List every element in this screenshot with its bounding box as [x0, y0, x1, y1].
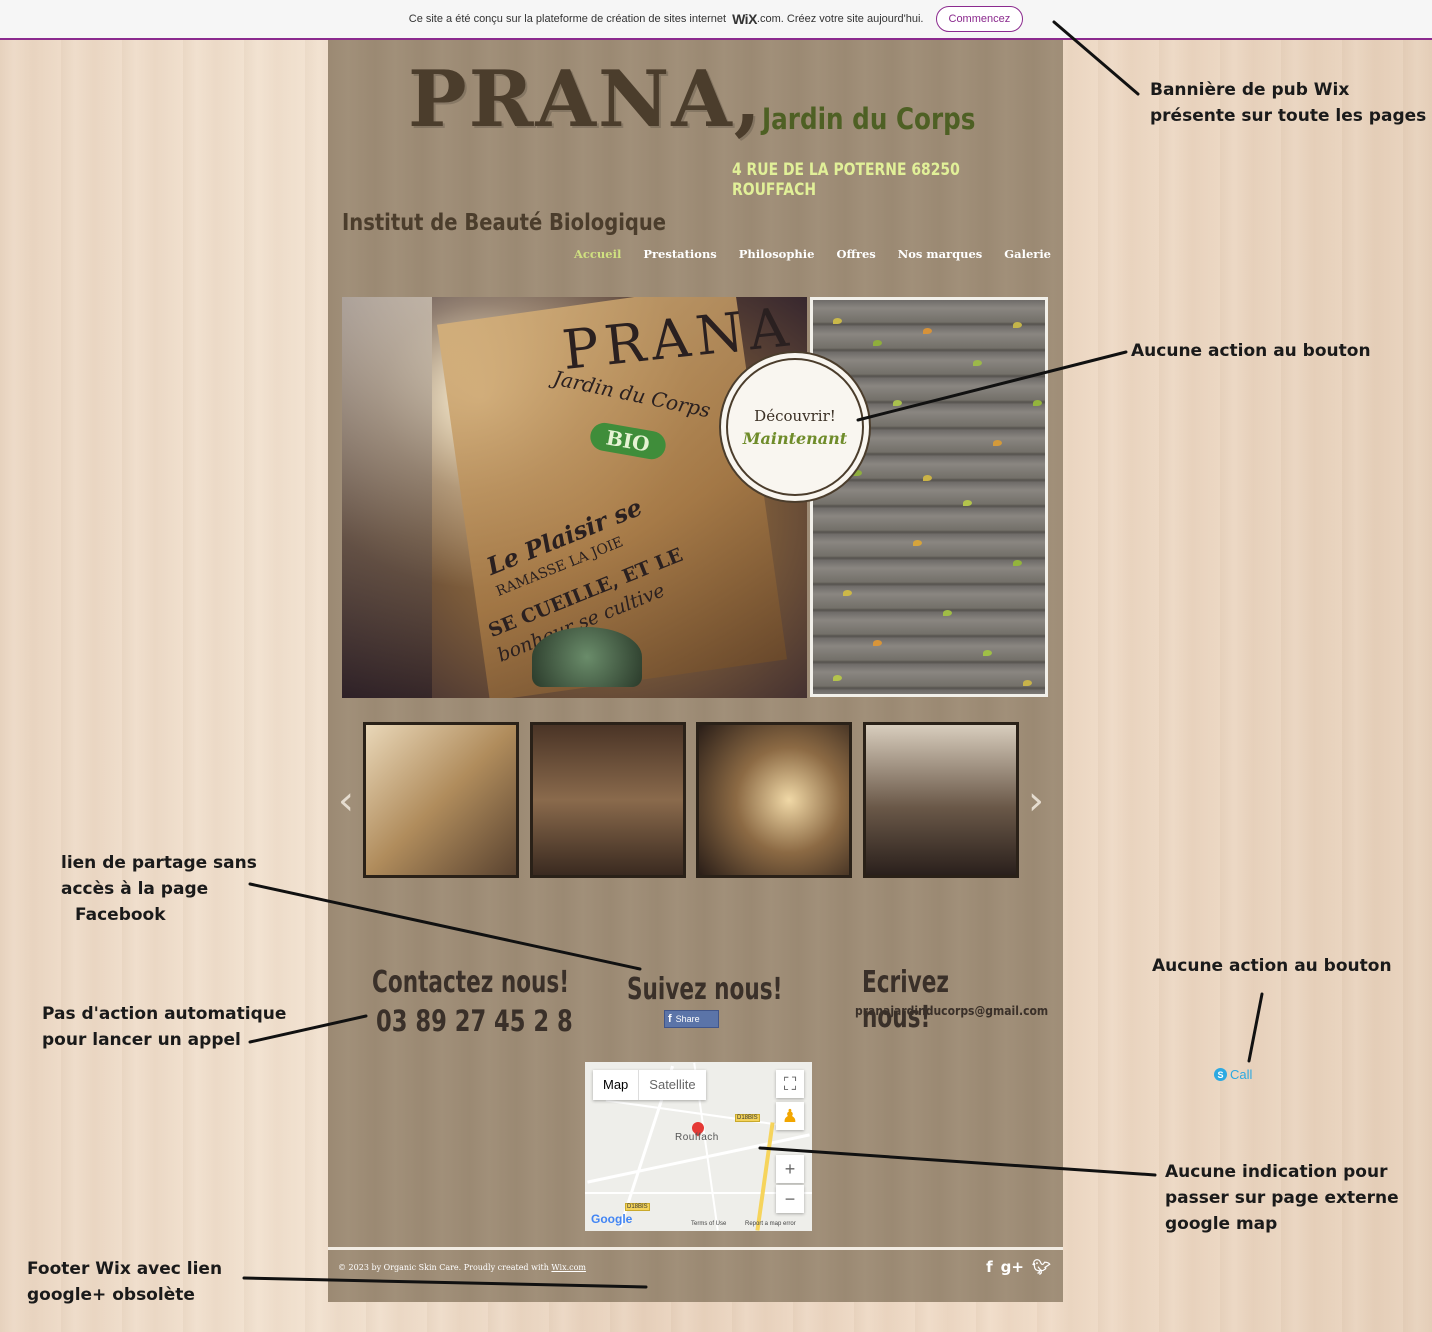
- annotation-cta: Aucune action au bouton: [1131, 341, 1371, 361]
- annotation-share-line-1: lien de partage sans: [61, 853, 257, 873]
- map-terms-link[interactable]: Terms of Use: [691, 1221, 726, 1227]
- map-city-label: Rouffach: [675, 1132, 719, 1143]
- gallery-prev-arrow[interactable]: ‹: [338, 778, 354, 824]
- site-address: 4 RUE DE LA POTERNE 68250 ROUFFACH: [732, 160, 960, 200]
- wix-banner-text: Ce site a été conçu sur la plateforme de…: [408, 13, 727, 25]
- annotation-footer-line-1: Footer Wix avec lien: [27, 1259, 223, 1279]
- zoom-out-button[interactable]: −: [776, 1185, 804, 1213]
- zoom-in-button[interactable]: +: [776, 1155, 804, 1183]
- google-map[interactable]: Map Satellite ⛶ ♟ + − D18BIS D18BIS Rouf…: [585, 1062, 812, 1231]
- annotation-phone-line-1: Pas d'action automatique: [42, 1004, 287, 1024]
- facebook-icon[interactable]: f: [986, 1258, 993, 1276]
- main-nav: Accueil Prestations Philosophie Offres N…: [574, 247, 1051, 261]
- wix-banner-suffix: .com. Créez votre site aujourd'hui.: [756, 13, 924, 25]
- twitter-icon[interactable]: 🐦︎: [1032, 1258, 1051, 1276]
- annotation-banner-line-2: présente sur toute les pages: [1150, 106, 1427, 126]
- street-view-icon[interactable]: ♟: [776, 1102, 804, 1130]
- annotation-banner: Bannière de pub Wix présente sur toute l…: [1150, 77, 1426, 129]
- footer-text: © 2023 by Organic Skin Care. Proudly cre…: [338, 1263, 549, 1272]
- google-plus-icon[interactable]: g+: [1001, 1258, 1024, 1276]
- hero-wood-photo: [810, 297, 1048, 697]
- annotation-phone: Pas d'action automatique pour lancer un …: [42, 1001, 286, 1053]
- annotation-share-line-3: Facebook: [75, 905, 166, 925]
- contact-heading: Contactez nous!: [372, 965, 570, 1000]
- annotation-banner-line-1: Bannière de pub Wix: [1150, 80, 1350, 100]
- gallery-thumb-1[interactable]: [363, 722, 519, 878]
- facebook-share-button[interactable]: f Share: [664, 1010, 719, 1028]
- nav-item-galerie[interactable]: Galerie: [1004, 247, 1051, 261]
- footer-divider: [328, 1247, 1063, 1250]
- footer-wix-link[interactable]: Wix.com: [551, 1263, 586, 1272]
- follow-heading: Suivez nous!: [627, 972, 783, 1007]
- map-report-link[interactable]: Report a map error: [745, 1221, 796, 1227]
- skype-icon: S: [1214, 1068, 1227, 1081]
- road-tag: D18BIS: [735, 1114, 760, 1122]
- site-subtitle: Jardin du Corps: [762, 102, 976, 136]
- pointer-line-call: [1247, 992, 1264, 1063]
- share-label: Share: [675, 1014, 700, 1024]
- skype-call-button[interactable]: S Call: [1214, 1067, 1252, 1082]
- nav-item-nos-marques[interactable]: Nos marques: [898, 247, 983, 261]
- annotation-map: Aucune indication pour passer sur page e…: [1165, 1159, 1399, 1237]
- write-heading: Ecrivez nous!: [862, 965, 949, 1035]
- cta-line-2: Maintenant: [742, 428, 848, 448]
- footer-copyright: © 2023 by Organic Skin Care. Proudly cre…: [338, 1263, 586, 1272]
- annotation-phone-line-2: pour lancer un appel: [42, 1030, 241, 1050]
- email-address[interactable]: pranajardinducorps@gmail.com: [855, 1004, 1048, 1018]
- nav-item-prestations[interactable]: Prestations: [643, 247, 716, 261]
- gallery-thumb-2[interactable]: [530, 722, 686, 878]
- nav-item-philosophie[interactable]: Philosophie: [739, 247, 815, 261]
- nav-item-accueil[interactable]: Accueil: [574, 247, 621, 261]
- wix-start-button[interactable]: Commencez: [935, 6, 1024, 32]
- fullscreen-icon[interactable]: ⛶: [776, 1070, 804, 1098]
- annotation-share-line-2: accès à la page: [61, 879, 209, 899]
- wix-logo: WiX: [732, 11, 757, 27]
- map-tab-satellite[interactable]: Satellite: [638, 1070, 705, 1100]
- site-page: PRANA, Jardin du Corps 4 RUE DE LA POTER…: [328, 40, 1063, 1302]
- discover-now-button[interactable]: Découvrir! Maintenant: [726, 358, 864, 496]
- hero-photo: PRANA Jardin du Corps BIO Le Plaisir se …: [342, 297, 807, 698]
- nav-item-offres[interactable]: Offres: [836, 247, 875, 261]
- gallery-thumb-4[interactable]: [863, 722, 1019, 878]
- annotation-map-line-3: google map: [1165, 1214, 1278, 1234]
- gallery-thumb-3[interactable]: [696, 722, 852, 878]
- gallery-next-arrow[interactable]: ›: [1028, 778, 1044, 824]
- facebook-icon: f: [668, 1013, 672, 1025]
- annotation-footer-line-2: google+ obsolète: [27, 1285, 195, 1305]
- wix-ad-banner: Ce site a été conçu sur la plateforme de…: [0, 0, 1432, 40]
- footer-social-bar: f g+ 🐦︎: [986, 1258, 1051, 1276]
- annotation-map-line-1: Aucune indication pour: [1165, 1162, 1388, 1182]
- annotation-map-line-2: passer sur page externe: [1165, 1188, 1399, 1208]
- road-tag: D18BIS: [625, 1203, 650, 1211]
- map-tab-map[interactable]: Map: [593, 1070, 638, 1100]
- site-tagline: Institut de Beauté Biologique: [342, 210, 667, 236]
- phone-number: 03 89 27 45 2 8: [376, 1004, 573, 1038]
- annotation-share: lien de partage sans accès à la page Fac…: [61, 850, 257, 928]
- map-type-tabs: Map Satellite: [593, 1070, 706, 1100]
- cta-line-1: Découvrir!: [754, 406, 836, 425]
- site-logo[interactable]: PRANA,: [408, 54, 763, 145]
- annotation-footer: Footer Wix avec lien google+ obsolète: [27, 1256, 222, 1308]
- annotation-call: Aucune action au bouton: [1152, 956, 1392, 976]
- skype-call-label: Call: [1230, 1067, 1253, 1082]
- google-logo: Google: [591, 1212, 633, 1226]
